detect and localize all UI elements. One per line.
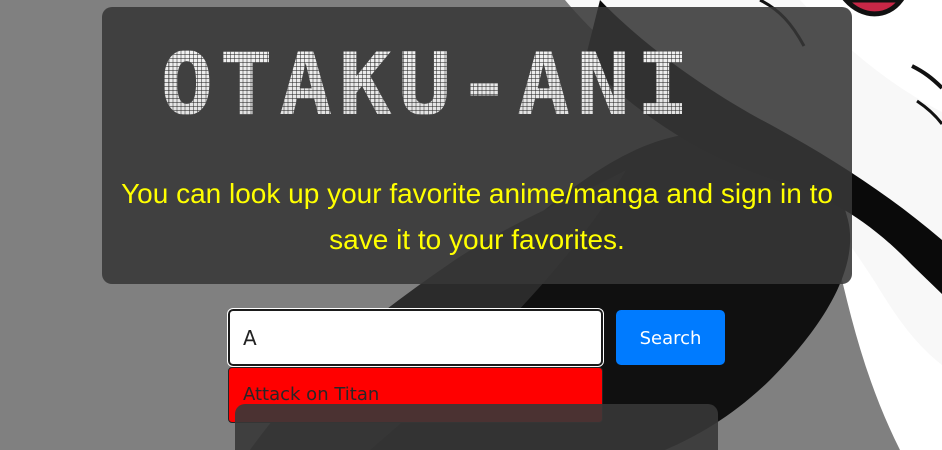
- otaku-ani-logo: OTAKU-ANI: [160, 35, 768, 135]
- otaku-ani-search-page: OTAKU-ANI You can look up your favorite …: [0, 0, 942, 450]
- intro-card: OTAKU-ANI You can look up your favorite …: [102, 7, 852, 284]
- logo-text: OTAKU-ANI: [160, 35, 768, 135]
- intro-tagline: You can look up your favorite anime/mang…: [121, 178, 833, 255]
- search-input[interactable]: [227, 308, 604, 367]
- results-card: [235, 404, 718, 450]
- search-button[interactable]: Search: [616, 310, 725, 365]
